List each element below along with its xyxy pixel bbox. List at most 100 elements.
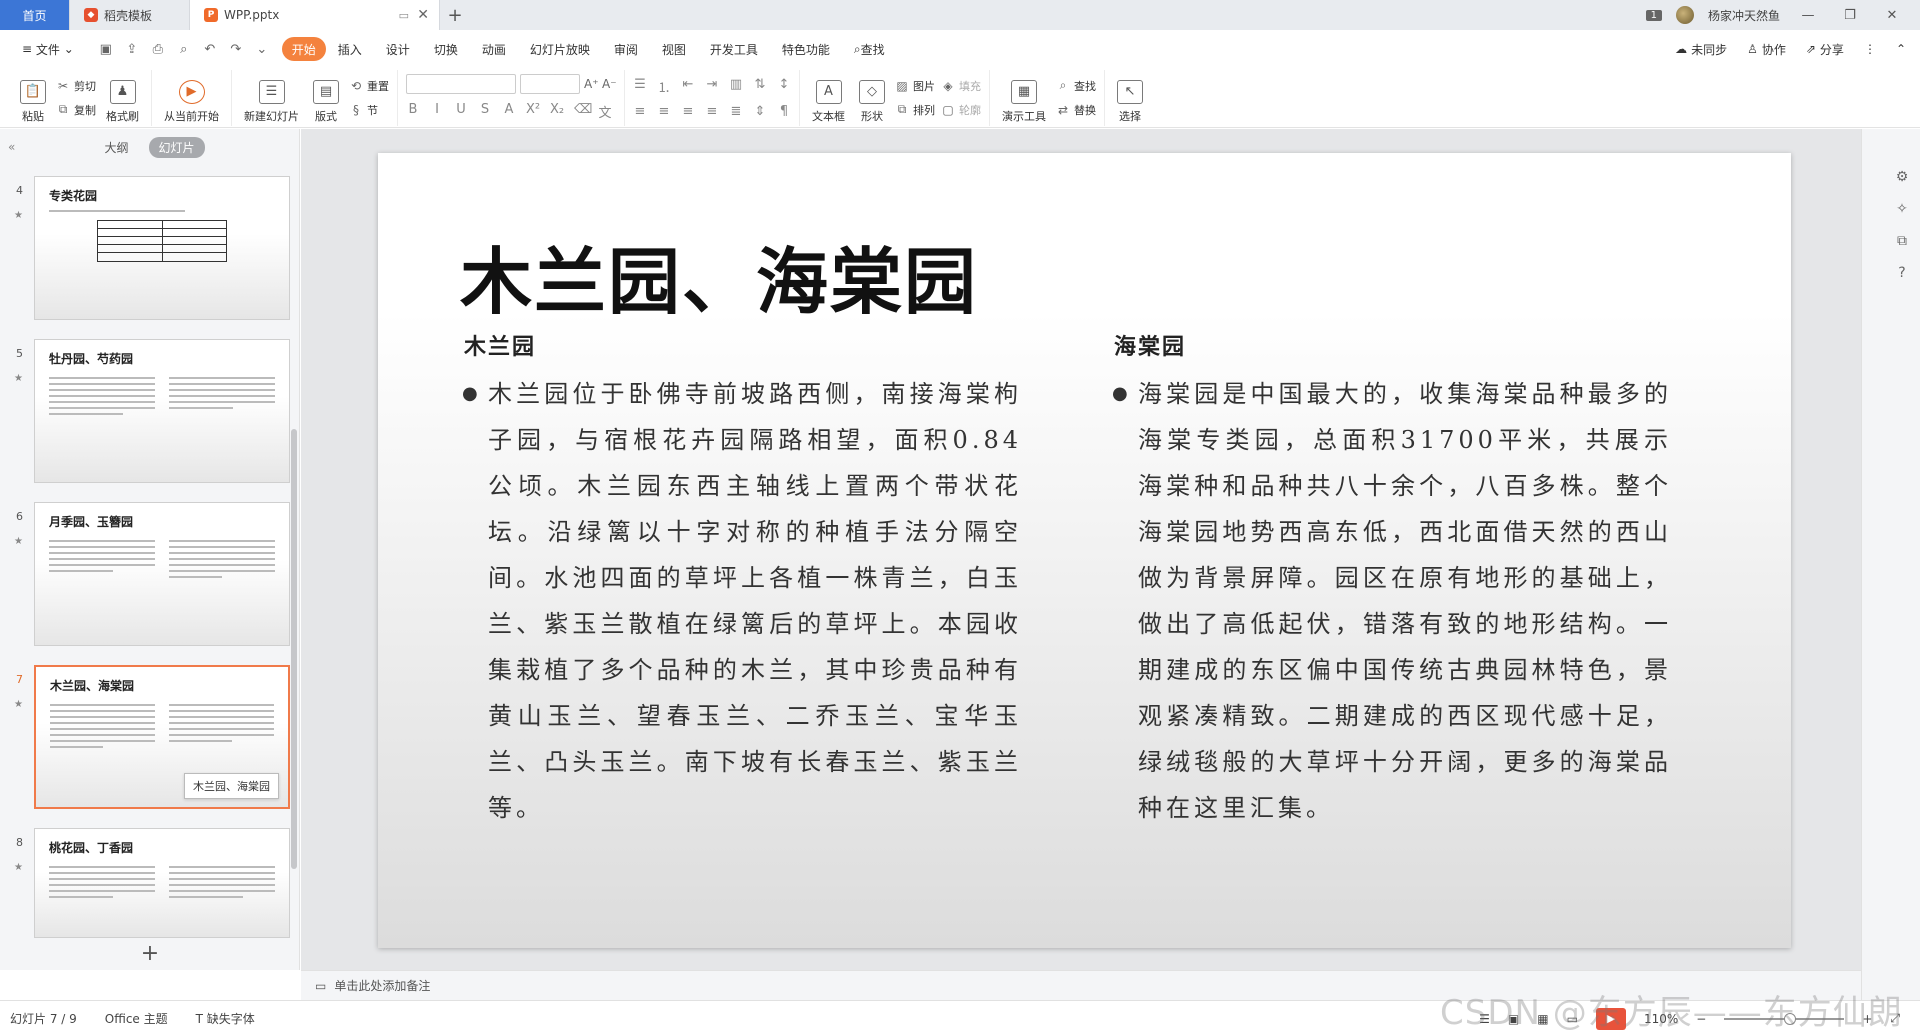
sync-button[interactable]: ☁ 未同步: [1675, 41, 1727, 58]
window-count-badge[interactable]: 1: [1645, 9, 1662, 21]
menu-slideshow[interactable]: 幻灯片放映: [518, 37, 602, 61]
text-direction-icon[interactable]: ⇅: [753, 77, 767, 96]
outline-button[interactable]: ▢ 轮廓: [941, 102, 981, 118]
tab-document[interactable]: P WPP.pptx ▭ ✕: [190, 0, 440, 30]
file-menu[interactable]: ≡ 文件 ⌄: [10, 37, 86, 61]
columns-icon[interactable]: ▥: [729, 77, 743, 96]
menu-transition[interactable]: 切换: [422, 37, 470, 61]
play-from-current-button[interactable]: ▶ 从当前开始: [160, 72, 223, 124]
new-slide-button[interactable]: ☰ 新建幻灯片: [240, 72, 303, 124]
tab-home[interactable]: 首页: [0, 0, 70, 30]
justify-icon[interactable]: ≡: [705, 104, 719, 119]
line-spacing-icon[interactable]: ↕: [777, 77, 791, 96]
strike-icon[interactable]: S: [478, 102, 492, 121]
menu-home[interactable]: 开始: [281, 37, 326, 61]
transition-pane-icon[interactable]: ⧉: [1892, 233, 1912, 249]
shape-button[interactable]: ◇ 形状: [855, 72, 889, 124]
new-tab-button[interactable]: +: [440, 0, 470, 30]
align-right-icon[interactable]: ≡: [681, 104, 695, 119]
undo-icon[interactable]: ↶: [200, 42, 220, 57]
tab-templates[interactable]: ◆ 稻壳模板: [70, 0, 190, 30]
layout-button[interactable]: ▤ 版式: [309, 72, 343, 124]
menu-insert[interactable]: 插入: [326, 37, 374, 61]
export-icon[interactable]: ⇪: [122, 42, 142, 57]
preview-icon[interactable]: ⌕: [174, 42, 194, 57]
format-painter-button[interactable]: ♟ 格式刷: [102, 72, 143, 124]
cut-button[interactable]: ✂ 剪切: [56, 78, 96, 94]
close-window-icon[interactable]: ✕: [1878, 8, 1906, 23]
theme-name[interactable]: Office 主题: [105, 1010, 168, 1027]
paste-button[interactable]: 📋 粘贴: [16, 72, 50, 124]
menu-view[interactable]: 视图: [650, 37, 698, 61]
left-column-heading[interactable]: 木兰园: [464, 329, 536, 361]
italic-icon[interactable]: I: [430, 102, 444, 121]
find-button[interactable]: ⌕ 查找: [1056, 78, 1096, 94]
arrange-button[interactable]: ⧉ 排列: [895, 102, 935, 118]
current-slide[interactable]: 木兰园、海棠园 木兰园 木兰园位于卧佛寺前坡路西侧，南接海棠枸子园，与宿根花卉园…: [378, 153, 1791, 948]
window-mode-icon[interactable]: ▭: [399, 9, 409, 22]
menu-features[interactable]: 特色功能: [770, 37, 842, 61]
print-icon[interactable]: ⎙: [148, 42, 168, 57]
picture-button[interactable]: ▨ 图片: [895, 78, 935, 94]
align-center-icon[interactable]: ≡: [657, 104, 671, 119]
font-size-select[interactable]: [520, 74, 580, 94]
clear-format-icon[interactable]: ⌫: [574, 102, 592, 121]
tab-slides[interactable]: 幻灯片: [148, 136, 205, 158]
right-column-body[interactable]: 海棠园是中国最大的，收集海棠品种最多的海棠专类园，总面积31700平米，共展示海…: [1112, 371, 1672, 831]
distribute-icon[interactable]: ≣: [729, 104, 743, 119]
right-column-heading[interactable]: 海棠园: [1114, 329, 1186, 361]
subscript-icon[interactable]: X₂: [550, 102, 564, 121]
align-left-icon[interactable]: ≡: [633, 104, 647, 119]
avatar[interactable]: [1675, 6, 1694, 24]
section-button[interactable]: § 节: [349, 102, 389, 118]
collapse-panel-icon[interactable]: «: [8, 140, 15, 154]
reset-button[interactable]: ⟲ 重置: [349, 78, 389, 94]
slide-title[interactable]: 木兰园、海棠园: [460, 223, 978, 328]
underline-icon[interactable]: U: [454, 102, 468, 121]
superscript-icon[interactable]: X²: [526, 102, 540, 121]
vertical-align-icon[interactable]: ⇕: [753, 104, 767, 119]
collapse-ribbon-icon[interactable]: ⌃: [1896, 42, 1906, 56]
menu-developer[interactable]: 开发工具: [698, 37, 770, 61]
animation-pane-icon[interactable]: ✧: [1892, 201, 1912, 217]
more-options-icon[interactable]: ⋮: [1864, 42, 1876, 56]
replace-button[interactable]: ⇄ 替换: [1056, 102, 1096, 118]
select-button[interactable]: ↖ 选择: [1113, 72, 1147, 124]
bold-icon[interactable]: B: [406, 102, 420, 121]
share-icon: ⇗: [1805, 42, 1816, 56]
tab-outline[interactable]: 大纲: [94, 137, 138, 158]
phonetic-icon[interactable]: 文: [598, 102, 612, 121]
fill-button[interactable]: ◈ 填充: [941, 78, 981, 94]
menu-review[interactable]: 审阅: [602, 37, 650, 61]
help-icon[interactable]: ?: [1892, 265, 1912, 281]
font-color-icon[interactable]: A: [502, 102, 516, 121]
left-column-body[interactable]: 木兰园位于卧佛寺前坡路西侧，南接海棠枸子园，与宿根花卉园隔路相望，面积0.84公…: [462, 371, 1022, 831]
collab-button[interactable]: ♙ 协作: [1747, 41, 1786, 58]
menu-design[interactable]: 设计: [374, 37, 422, 61]
minimize-icon[interactable]: —: [1794, 8, 1822, 23]
save-icon[interactable]: ▣: [96, 42, 116, 57]
share-button[interactable]: ⇗ 分享: [1806, 41, 1844, 58]
user-name[interactable]: 杨家冲天然鱼: [1708, 7, 1780, 24]
redo-icon[interactable]: ↷: [226, 42, 246, 57]
numbering-icon[interactable]: ⒈: [657, 77, 671, 96]
missing-font-button[interactable]: T 缺失字体: [196, 1010, 255, 1027]
close-tab-icon[interactable]: ✕: [417, 7, 429, 23]
indent-less-icon[interactable]: ⇤: [681, 77, 695, 96]
panel-scrollbar[interactable]: [291, 429, 297, 869]
present-tools-button[interactable]: ▦ 演示工具: [998, 72, 1050, 124]
shrink-font-icon[interactable]: A⁻: [602, 77, 617, 91]
copy-button[interactable]: ⧉ 复制: [56, 102, 96, 118]
menu-animation[interactable]: 动画: [470, 37, 518, 61]
font-family-select[interactable]: [406, 74, 516, 94]
grow-font-icon[interactable]: A⁺: [584, 77, 599, 91]
textbox-button[interactable]: A 文本框: [808, 72, 849, 124]
paragraph-spacing-icon[interactable]: ¶: [777, 104, 791, 119]
bullets-icon[interactable]: ☰: [633, 77, 647, 96]
add-slide-button[interactable]: +: [0, 941, 300, 966]
restore-icon[interactable]: ❐: [1836, 8, 1864, 23]
more-icon[interactable]: ⌄: [252, 42, 272, 57]
properties-icon[interactable]: ⚙: [1892, 169, 1912, 185]
indent-more-icon[interactable]: ⇥: [705, 77, 719, 96]
menu-search[interactable]: ⌕ 查找: [842, 37, 897, 61]
